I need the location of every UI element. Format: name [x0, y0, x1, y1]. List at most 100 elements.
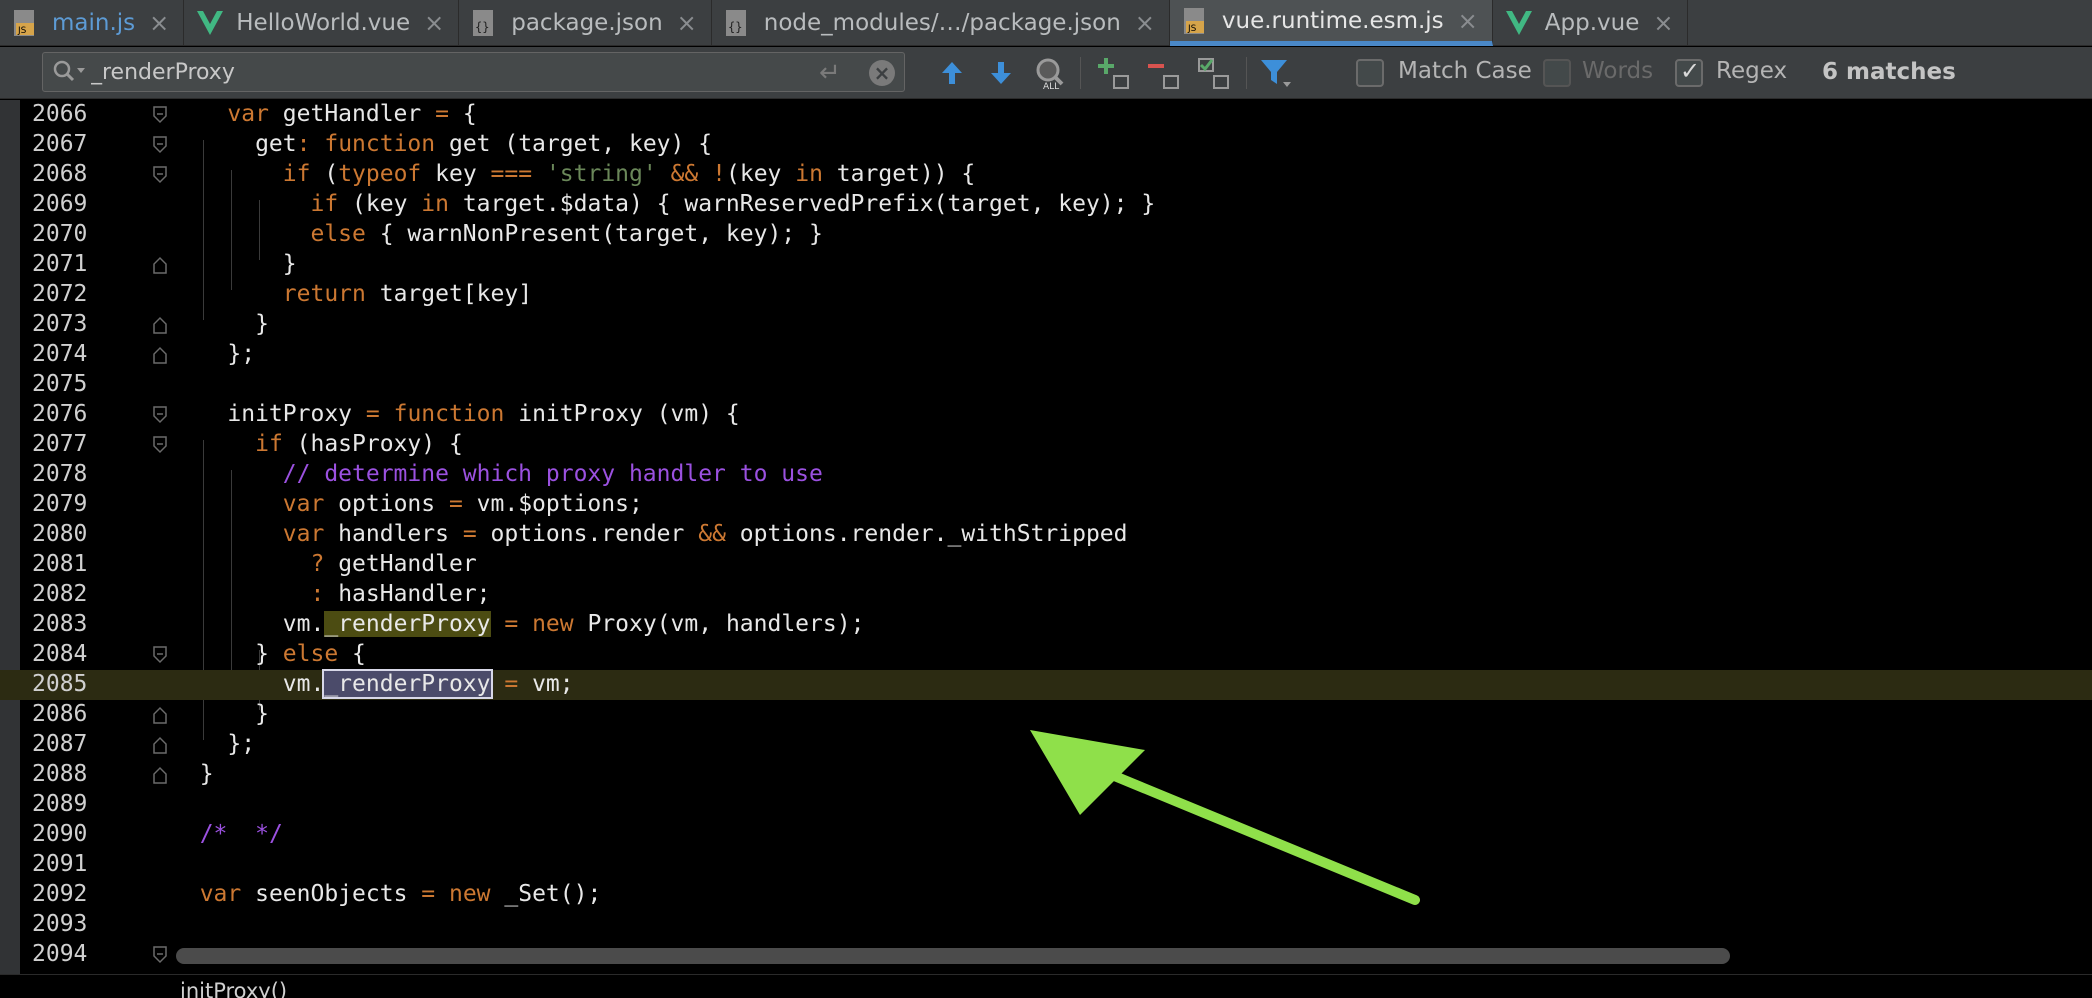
- line-number: 2075: [32, 371, 88, 397]
- close-icon[interactable]: ×: [1458, 7, 1478, 35]
- code-text: initProxy = function initProxy (vm) {: [172, 401, 740, 427]
- fold-collapse-icon[interactable]: [152, 136, 168, 154]
- code-line[interactable]: 2067 get: function get (target, key) {: [0, 130, 2092, 160]
- close-icon[interactable]: ×: [1653, 9, 1673, 37]
- line-number: 2089: [32, 791, 88, 817]
- add-occurrence-icon[interactable]: [1095, 55, 1131, 91]
- search-match-current[interactable]: _renderProxy: [322, 669, 493, 699]
- line-number: 2092: [32, 881, 88, 907]
- line-number: 2077: [32, 431, 88, 457]
- code-text: /* */: [199, 821, 283, 847]
- fold-end-icon[interactable]: [152, 256, 168, 274]
- tab-main-js[interactable]: JS main.js ×: [0, 0, 185, 46]
- fold-end-icon[interactable]: [152, 706, 168, 724]
- fold-collapse-icon[interactable]: [152, 946, 168, 964]
- code-text: if (key in target.$data) { warnReservedP…: [310, 191, 1156, 217]
- fold-end-icon[interactable]: [152, 346, 168, 364]
- fold-collapse-icon[interactable]: [152, 436, 168, 454]
- code-text: : hasHandler;: [310, 581, 491, 607]
- remove-occurrence-icon[interactable]: [1145, 55, 1181, 91]
- search-icon[interactable]: [51, 58, 87, 90]
- search-input[interactable]: [91, 57, 851, 87]
- vue-file-icon: [196, 8, 224, 38]
- fold-end-icon[interactable]: [152, 316, 168, 334]
- find-all-icon[interactable]: ALL: [1033, 55, 1069, 91]
- code-line[interactable]: 2081 ? getHandler: [0, 550, 2092, 580]
- breadcrumb-bar: initProxy(): [0, 974, 2092, 998]
- svg-text:JS: JS: [1187, 24, 1197, 34]
- tab-app-vue[interactable]: App.vue ×: [1493, 0, 1689, 46]
- regex-label[interactable]: Regex: [1716, 58, 1787, 84]
- code-line[interactable]: 2072 return target[key]: [0, 280, 2092, 310]
- tab-vue-runtime-esm-js[interactable]: JS vue.runtime.esm.js ×: [1169, 0, 1493, 46]
- code-text: }: [172, 251, 297, 277]
- fold-collapse-icon[interactable]: [152, 646, 168, 664]
- code-line[interactable]: 2082 : hasHandler;: [0, 580, 2092, 610]
- close-icon[interactable]: ×: [1135, 9, 1155, 37]
- filter-icon[interactable]: [1258, 55, 1294, 91]
- clear-search-icon[interactable]: ×: [869, 60, 895, 86]
- code-line[interactable]: 2078 // determine which proxy handler to…: [0, 460, 2092, 490]
- code-line[interactable]: 2083 vm._renderProxy = new Proxy(vm, han…: [0, 610, 2092, 640]
- match-case-checkbox[interactable]: [1356, 59, 1384, 87]
- code-line[interactable]: 2076 initProxy = function initProxy (vm)…: [0, 400, 2092, 430]
- close-icon[interactable]: ×: [424, 9, 444, 37]
- line-number: 2072: [32, 281, 88, 307]
- code-line[interactable]: 2093: [0, 910, 2092, 940]
- code-line[interactable]: 2079 var options = vm.$options;: [0, 490, 2092, 520]
- line-number: 2070: [32, 221, 88, 247]
- fold-end-icon[interactable]: [152, 736, 168, 754]
- fold-collapse-icon[interactable]: [152, 166, 168, 184]
- code-line[interactable]: 2069 if (key in target.$data) { warnRese…: [0, 190, 2092, 220]
- line-number: 2091: [32, 851, 88, 877]
- line-number: 2076: [32, 401, 88, 427]
- code-line[interactable]: 2084 } else {: [0, 640, 2092, 670]
- match-case-label[interactable]: Match Case: [1398, 58, 1532, 84]
- code-text: ? getHandler: [310, 551, 477, 577]
- tab-helloworld-vue[interactable]: HelloWorld.vue ×: [184, 0, 460, 46]
- line-number: 2073: [32, 311, 88, 337]
- fold-collapse-icon[interactable]: [152, 406, 168, 424]
- horizontal-scrollbar[interactable]: [176, 948, 1730, 964]
- words-label[interactable]: Words: [1582, 58, 1653, 84]
- code-line[interactable]: 2071 }: [0, 250, 2092, 280]
- code-text: };: [172, 731, 256, 757]
- tab-label: HelloWorld.vue: [236, 10, 411, 36]
- regex-checkbox[interactable]: [1675, 57, 1703, 87]
- tab-label: main.js: [52, 10, 136, 36]
- code-line[interactable]: 2066 var getHandler = {: [0, 100, 2092, 130]
- search-match[interactable]: _renderProxy: [324, 611, 491, 637]
- svg-text:JS: JS: [17, 26, 27, 36]
- close-icon[interactable]: ×: [677, 9, 697, 37]
- line-number: 2094: [32, 941, 88, 967]
- code-text: vm._renderProxy = vm;: [172, 669, 574, 699]
- breadcrumb[interactable]: initProxy(): [180, 979, 287, 998]
- code-line[interactable]: 2068 if (typeof key === 'string' && !(ke…: [0, 160, 2092, 190]
- code-editor[interactable]: 2066 var getHandler = { 2067 get: functi…: [0, 100, 2092, 974]
- select-all-occurrences-icon[interactable]: [1195, 55, 1231, 91]
- line-number: 2084: [32, 641, 88, 667]
- words-checkbox[interactable]: [1543, 59, 1571, 87]
- code-line[interactable]: 2080 var handlers = options.render && op…: [0, 520, 2092, 550]
- svg-text:ALL: ALL: [1043, 82, 1059, 90]
- line-number: 2088: [32, 761, 88, 787]
- fold-end-icon[interactable]: [152, 766, 168, 784]
- tab-node-modules-package-json[interactable]: {} node_modules/…/package.json ×: [712, 0, 1170, 46]
- search-field[interactable]: ↵ ×: [42, 52, 905, 92]
- tab-label: node_modules/…/package.json: [763, 10, 1121, 36]
- close-icon[interactable]: ×: [149, 9, 169, 37]
- code-line[interactable]: 2070 else { warnNonPresent(target, key);…: [0, 220, 2092, 250]
- code-text: // determine which proxy handler to use: [282, 461, 823, 487]
- code-line[interactable]: 2075: [0, 370, 2092, 400]
- next-occurrence-button[interactable]: [983, 55, 1019, 91]
- tab-package-json[interactable]: {} package.json ×: [459, 0, 712, 46]
- line-number: 2083: [32, 611, 88, 637]
- current-code-line[interactable]: 2085 vm._renderProxy = vm;: [0, 669, 2092, 700]
- code-text: else { warnNonPresent(target, key); }: [310, 221, 823, 247]
- previous-occurrence-button[interactable]: [934, 55, 970, 91]
- fold-collapse-icon[interactable]: [152, 106, 168, 124]
- code-line[interactable]: 2073 }: [0, 310, 2092, 340]
- line-number: 2086: [32, 701, 88, 727]
- code-line[interactable]: 2074 };: [0, 340, 2092, 370]
- code-line[interactable]: 2077 if (hasProxy) {: [0, 430, 2092, 460]
